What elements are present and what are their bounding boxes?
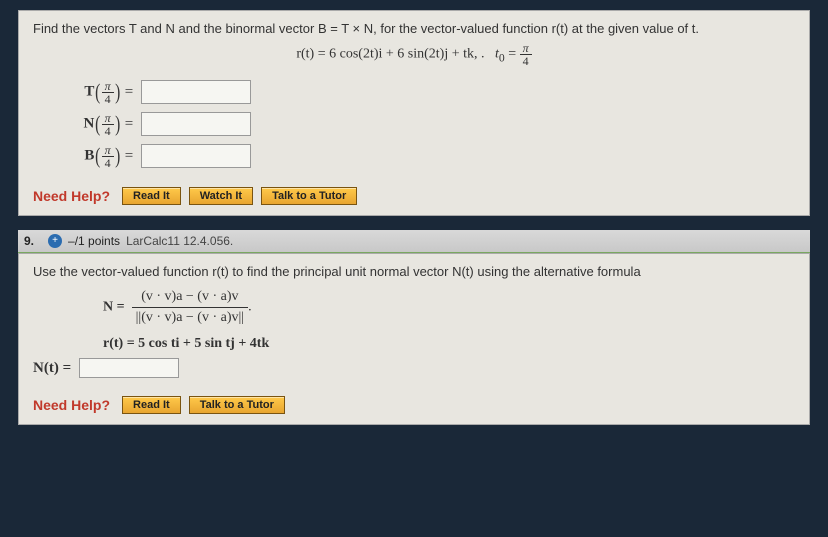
talk-to-tutor-button[interactable]: Talk to a Tutor — [189, 396, 285, 414]
input-N[interactable] — [141, 112, 251, 136]
question-reference: LarCalc11 12.4.056. — [126, 234, 233, 248]
input-B[interactable] — [141, 144, 251, 168]
vector-T-label: T(π4) — [57, 79, 121, 105]
row-B: B(π4) = — [57, 143, 795, 169]
vector-B-label: B(π4) — [57, 143, 121, 169]
prompt-9: Use the vector-valued function r(t) to f… — [33, 264, 795, 279]
question-body-9: Use the vector-valued function r(t) to f… — [18, 253, 810, 425]
input-Nt[interactable] — [79, 358, 179, 378]
fraction-pi-4: π 4 — [520, 42, 532, 67]
need-help-row-9: Need Help? Read It Talk to a Tutor — [33, 396, 795, 414]
question-number: 9. — [24, 234, 34, 248]
vector-N-label: N(π4) — [57, 111, 121, 137]
row-Nt: N(t) = — [33, 358, 795, 378]
prompt-top: Find the vectors T and N and the binorma… — [33, 21, 795, 36]
question-body-top: Find the vectors T and N and the binorma… — [18, 10, 810, 216]
equation-rt-9: r(t) = 5 cos ti + 5 sin tj + 4tk — [103, 336, 795, 352]
watch-it-button[interactable]: Watch It — [189, 187, 253, 205]
formula-fraction: (v · v)a − (v · a)v (v · v)a − (v · a)v — [132, 287, 249, 328]
read-it-button[interactable]: Read It — [122, 187, 181, 205]
points-label: –/1 points — [68, 234, 120, 248]
read-it-button[interactable]: Read It — [122, 396, 181, 414]
need-help-label: Need Help? — [33, 188, 110, 204]
input-T[interactable] — [141, 80, 251, 104]
need-help-row-top: Need Help? Read It Watch It Talk to a Tu… — [33, 187, 795, 205]
row-N: N(π4) = — [57, 111, 795, 137]
talk-to-tutor-button[interactable]: Talk to a Tutor — [261, 187, 357, 205]
equation-r: r(t) = 6 cos(2t)i + 6 sin(2t)j + tk, . t… — [33, 42, 795, 67]
formula-N: N = (v · v)a − (v · a)v (v · v)a − (v · … — [103, 287, 795, 328]
expand-icon[interactable]: + — [48, 234, 62, 248]
question-header-9: 9. + –/1 points LarCalc11 12.4.056. — [18, 230, 810, 253]
need-help-label: Need Help? — [33, 397, 110, 413]
Nt-label: N(t) = — [33, 360, 71, 377]
row-T: T(π4) = — [57, 79, 795, 105]
